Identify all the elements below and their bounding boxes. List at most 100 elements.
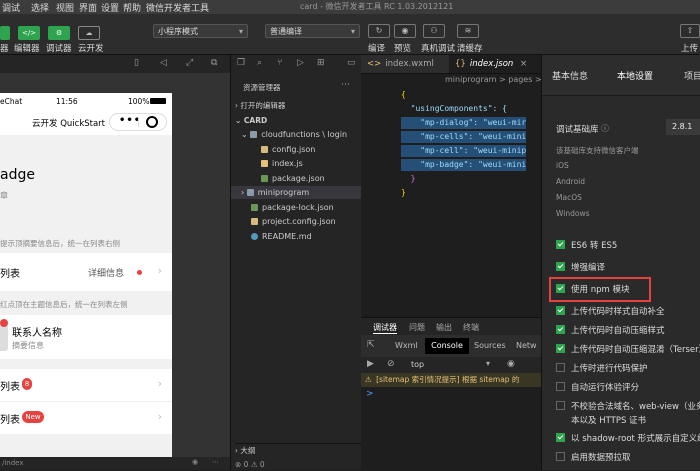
chevron-down-icon: ▾ <box>350 27 355 36</box>
toolbar: </> ⚙ ☁ 器 编辑器 调试器 云开发 小程序模式 ▾ 普通编译 ▾ ↻ ◉ ⚇… <box>0 14 700 55</box>
tab-sources[interactable]: Sources <box>474 341 506 350</box>
split-icon[interactable]: ▭ <box>347 58 356 68</box>
files-icon[interactable]: ❐ <box>237 58 245 68</box>
simulator-toggle-button[interactable] <box>0 26 10 40</box>
eye-icon[interactable]: ◉ <box>192 458 198 466</box>
checkbox[interactable] <box>556 363 565 372</box>
list-cell-count[interactable]: 列表 8 › <box>0 369 172 401</box>
context-select[interactable]: top <box>411 360 424 369</box>
editor-label: 编辑器 <box>14 44 40 54</box>
editor-toggle-button[interactable]: </> <box>18 26 40 40</box>
tab-wxml[interactable]: Wxml <box>395 341 418 350</box>
checkbox[interactable] <box>556 433 565 442</box>
debug-icon[interactable]: ▷ <box>297 58 304 68</box>
detach-icon[interactable]: ⧉ <box>211 58 217 68</box>
option-enhanced-compile[interactable]: 增强编译 <box>556 262 605 274</box>
option-style-autocomplete[interactable]: 上传代码时样式自动补全 <box>556 306 665 318</box>
tab-problems[interactable]: 问题 <box>409 322 425 333</box>
option-es6[interactable]: ES6 转 ES5 <box>556 240 617 252</box>
contact-cell[interactable]: 联系人名称 摘要信息 <box>0 315 172 359</box>
checkbox[interactable] <box>556 452 565 461</box>
phone-icon[interactable]: ▯ <box>134 58 139 68</box>
tab-network[interactable]: Netw <box>516 341 537 350</box>
tab-terminal[interactable]: 终端 <box>463 322 479 333</box>
clear-cache-icon[interactable]: ≋ <box>457 24 479 38</box>
checkbox[interactable] <box>556 262 565 271</box>
upload-label: 上传 <box>681 44 699 54</box>
chevron-right-icon: › <box>157 410 162 423</box>
status-carrier: eChat <box>0 97 23 106</box>
list-cell-detail[interactable]: 列表 详细信息 › <box>0 253 172 291</box>
fullscreen-icon[interactable]: ⤢ <box>186 58 193 68</box>
tree-item-cloudfunctions[interactable]: ⌄ cloudfunctions \ login <box>241 128 371 141</box>
tab-project[interactable]: 项目 <box>684 69 700 82</box>
upload-icon[interactable]: ⇧ <box>680 24 700 38</box>
more-icon[interactable]: ⋯ <box>341 80 350 90</box>
source-control-icon[interactable]: ⑂ <box>277 58 282 68</box>
more-icon[interactable]: ⋯ <box>212 458 219 466</box>
tab-output[interactable]: 输出 <box>436 322 452 333</box>
console-body[interactable]: > <box>361 387 541 470</box>
option-skip-domain-check[interactable]: 不校验合法域名、web-view（业务 <box>556 401 700 413</box>
menu-devtools[interactable]: 微信开发者工具 <box>146 1 209 14</box>
base-lib-select[interactable]: 2.8.1 <box>666 119 700 135</box>
checkbox[interactable] <box>556 306 565 315</box>
tab-index-wxml[interactable]: <> index.wxml <box>361 55 449 73</box>
menu-interface[interactable]: 界面 <box>79 1 97 14</box>
console-warning: ⚠ [sitemap 索引情况提示] 根据 sitemap 的 <box>361 373 541 387</box>
outline-section[interactable]: › 大纲 <box>235 443 365 457</box>
menu-select[interactable]: 选择 <box>31 1 49 14</box>
menu-debug[interactable]: 调试 <box>2 1 20 14</box>
option-minify-terser[interactable]: 上传代码时自动压缩混淆（Terser） <box>556 344 700 356</box>
simulator-footer: /index ◉ ⋯ <box>0 457 230 470</box>
checkbox[interactable] <box>556 240 565 249</box>
chevron-down-icon: ▾ <box>238 27 243 36</box>
option-auto-audit[interactable]: 自动运行体验评分 <box>556 382 639 394</box>
debugger-toggle-button[interactable]: ⚙ <box>48 26 70 40</box>
search-icon[interactable]: ⌕ <box>257 58 262 68</box>
capsule-menu[interactable]: ••• <box>109 113 167 131</box>
checkbox[interactable] <box>556 401 565 410</box>
close-icon[interactable]: × <box>520 59 527 69</box>
eye-icon[interactable]: ◉ <box>507 359 515 369</box>
clear-console-icon[interactable]: ⊘ <box>387 359 395 369</box>
list-cell-new[interactable]: 列表 New › <box>0 401 172 434</box>
tab-local-settings[interactable]: 本地设置 <box>617 69 653 82</box>
menu-help[interactable]: 帮助 <box>123 1 141 14</box>
preview-eye-icon[interactable]: ◉ <box>394 24 416 38</box>
option-code-protect[interactable]: 上传时进行代码保护 <box>556 363 648 375</box>
tab-console[interactable]: Console <box>425 338 469 354</box>
warning-icon: ⚠ <box>365 375 372 384</box>
tab-index-json[interactable]: {} index.json × <box>449 55 541 73</box>
project-root[interactable]: ⌄ CARD <box>235 114 365 127</box>
help-icon[interactable]: ⓘ <box>601 123 609 134</box>
option-minify-style[interactable]: 上传代码时自动压缩样式 <box>556 325 665 337</box>
option-data-prefetch[interactable]: 启用数据预拉取 <box>556 452 631 464</box>
cloud-dev-button[interactable]: ☁ <box>78 26 100 40</box>
compile-mode-select[interactable]: 小程序模式 ▾ <box>153 24 248 38</box>
menu-view[interactable]: 视图 <box>56 1 74 14</box>
compile-refresh-icon[interactable]: ↻ <box>368 24 390 38</box>
section-title: adge <box>0 167 35 183</box>
remote-debug-icon[interactable]: ⚇ <box>423 24 445 38</box>
avatar-badge <box>0 319 8 327</box>
close-miniprogram-icon[interactable] <box>146 116 158 128</box>
tab-debugger[interactable]: 调试器 <box>373 322 397 334</box>
menu-bar: 调试 选择 视图 界面 设置 帮助 微信开发者工具 card - 微信开发者工具… <box>0 0 700 14</box>
checkbox[interactable] <box>556 325 565 334</box>
inspect-icon[interactable]: ⇱ <box>367 340 375 350</box>
checkbox[interactable] <box>556 344 565 353</box>
tab-basic-info[interactable]: 基本信息 <box>552 69 588 82</box>
phone-nav-bar: 云开发 QuickStart ••• <box>0 109 172 135</box>
volume-icon[interactable]: ◁ <box>160 58 167 68</box>
option-shadow-root[interactable]: 以 shadow-root 形式展示自定义组 <box>556 433 700 445</box>
checkbox[interactable] <box>556 382 565 391</box>
open-editors-section[interactable]: › 打开的编辑器 <box>235 99 365 112</box>
code-editor[interactable]: { "usingComponents": { "mp-dialog": "weu… <box>361 87 541 317</box>
menu-settings[interactable]: 设置 <box>101 1 119 14</box>
chevron-down-icon[interactable]: ▾ <box>486 359 490 368</box>
extensions-icon[interactable]: ⊞ <box>317 58 325 68</box>
tree-item-miniprogram[interactable]: › miniprogram <box>231 186 371 199</box>
console-sidebar-icon[interactable]: ▶ <box>367 359 374 369</box>
compile-type-select[interactable]: 普通编译 ▾ <box>265 24 360 38</box>
